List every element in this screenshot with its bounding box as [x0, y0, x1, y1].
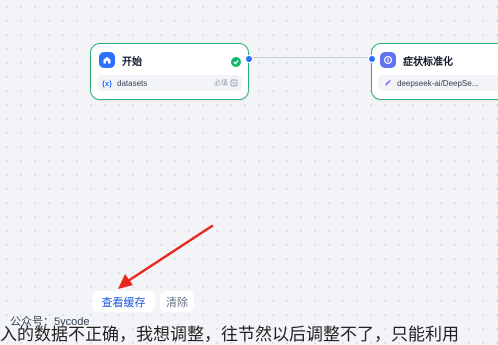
variable-icon: {x} [102, 78, 113, 88]
edge-start-to-llm [247, 57, 371, 58]
view-cache-button[interactable]: 查看缓存 [92, 291, 155, 312]
input-handle[interactable] [368, 55, 376, 63]
home-icon [99, 52, 115, 68]
required-tag: 必填 [214, 78, 238, 88]
required-label: 必填 [214, 80, 228, 87]
node-llm-title: 症状标准化 [403, 56, 453, 68]
model-row[interactable]: deepseek-ai/DeepSe... [378, 75, 498, 91]
node-llm-header: 症状标准化 [380, 52, 453, 68]
llm-icon [380, 52, 396, 68]
file-icon [230, 79, 238, 87]
clear-button[interactable]: 清除 [160, 291, 194, 312]
variable-row-datasets[interactable]: {x} datasets 必填 [97, 75, 242, 91]
node-start-title: 开始 [122, 56, 142, 68]
variable-name: datasets [117, 78, 148, 88]
model-icon [384, 79, 392, 87]
partial-text: 入的数据不正确，我想调整，往节然以后调整不了，只能利用 [0, 325, 459, 344]
node-llm-symptom-normalization[interactable]: 症状标准化 deepseek-ai/DeepSe... [368, 43, 498, 100]
check-circle-icon [231, 54, 241, 67]
model-name: deepseek-ai/DeepSe... [397, 78, 479, 88]
output-handle[interactable] [245, 55, 253, 63]
node-start[interactable]: 开始 {x} datasets 必填 [90, 43, 253, 100]
node-start-header: 开始 [99, 52, 142, 68]
